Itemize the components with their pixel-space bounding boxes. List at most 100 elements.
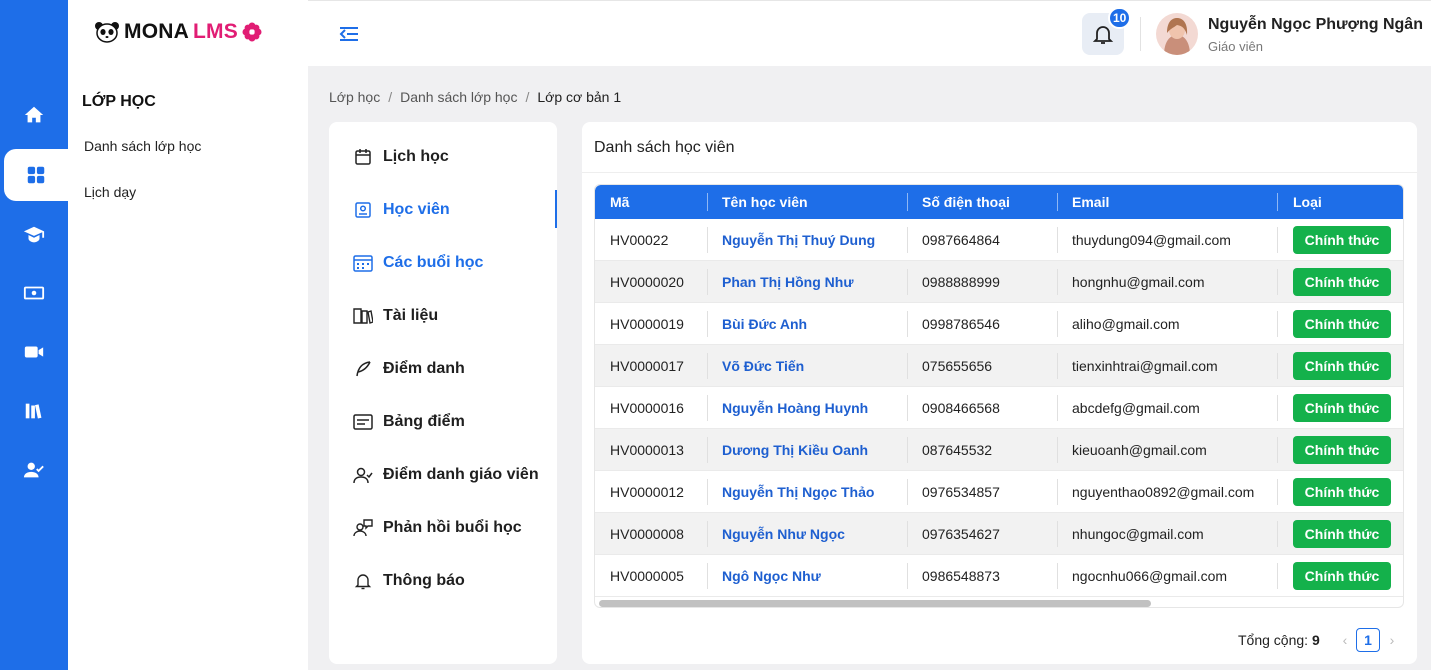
cell-code: HV00022 (610, 232, 669, 248)
table-row[interactable]: HV0000016 Nguyễn Hoàng Huynh 0908466568 abc… (595, 387, 1403, 429)
cell-student-name[interactable]: Ngô Ngọc Như (722, 555, 821, 597)
column-separator (907, 563, 908, 589)
column-separator (907, 311, 908, 337)
cell-student-name[interactable]: Phan Thị Hồng Như (722, 261, 853, 303)
library-books-icon (25, 403, 42, 419)
column-separator (907, 353, 908, 379)
column-separator (1057, 311, 1058, 337)
column-separator (707, 227, 708, 253)
notification-badge: 10 (1108, 7, 1132, 29)
cell-student-name[interactable]: Nguyễn Thị Thuý Dung (722, 219, 875, 261)
class-menu-scoreboard[interactable]: Bảng điểm (329, 402, 557, 442)
horizontal-scrollbar[interactable] (599, 600, 1151, 607)
sidebar-link-schedule[interactable]: Lịch dạy (84, 184, 136, 200)
cell-student-name[interactable]: Nguyễn Hoàng Huynh (722, 387, 868, 429)
nav-courses[interactable] (0, 209, 68, 261)
class-menu-documents[interactable]: Tài liệu (329, 296, 557, 336)
class-menu-teacher-attendance[interactable]: Điểm danh giáo viên (329, 455, 557, 495)
column-header-type[interactable]: Loại (1293, 185, 1322, 219)
class-menu-feedback[interactable]: Phản hồi buổi học (329, 508, 557, 548)
panel-divider (582, 172, 1417, 173)
column-header-name[interactable]: Tên học viên (722, 185, 808, 219)
table-row[interactable]: HV0000017 Võ Đức Tiến 075655656 tienxinhtra… (595, 345, 1403, 387)
pagination-prev-button[interactable]: ‹ (1337, 628, 1353, 652)
teacher-check-icon (353, 465, 373, 485)
table-row[interactable]: HV0000008 Nguyễn Như Ngọc 0976354627 nhungo… (595, 513, 1403, 555)
calendar-icon (353, 147, 373, 167)
class-menu-label: Tài liệu (383, 307, 439, 324)
cell-student-name[interactable]: Bùi Đức Anh (722, 303, 807, 345)
table-row[interactable]: HV0000013 Dương Thị Kiều Oanh 087645532 kie… (595, 429, 1403, 471)
cell-email: nguyenthao0892@gmail.com (1072, 484, 1255, 500)
table-row[interactable]: HV0000012 Nguyễn Thị Ngọc Thảo 0976534857 n… (595, 471, 1403, 513)
class-menu-label: Lịch học (383, 148, 449, 165)
cell-code: HV0000013 (610, 442, 684, 458)
panda-logo-icon (95, 22, 119, 43)
column-separator (1057, 269, 1058, 295)
nav-video[interactable] (0, 326, 68, 378)
student-type-tag: Chính thức (1293, 394, 1391, 422)
sub-sidebar: MONA LMS LỚP HỌC Danh sách lớp học Lịch … (68, 0, 308, 670)
nav-home[interactable] (0, 89, 68, 141)
table-header: Mã Tên học viên Số điện thoại Email Loại (595, 185, 1403, 219)
column-header-email[interactable]: Email (1072, 185, 1109, 219)
nav-dashboard[interactable] (4, 149, 68, 201)
cell-student-name[interactable]: Nguyễn Như Ngọc (722, 513, 845, 555)
cell-code: HV0000008 (610, 526, 684, 542)
class-menu-label: Điểm danh giáo viên (383, 466, 539, 483)
avatar[interactable] (1156, 13, 1198, 55)
logo-text-mona: MONA (124, 20, 189, 43)
nav-finance[interactable] (0, 267, 68, 319)
class-menu-label: Học viên (383, 201, 450, 218)
column-separator (1057, 437, 1058, 463)
cell-phone: 0988888999 (922, 274, 1000, 290)
nav-attendance[interactable] (0, 444, 68, 496)
class-menu-students[interactable]: Học viên (329, 190, 557, 230)
breadcrumb-item-classes[interactable]: Lớp học (329, 89, 380, 105)
student-type-tag: Chính thức (1293, 436, 1391, 464)
column-separator (707, 311, 708, 337)
breadcrumb-item-class-list[interactable]: Danh sách lớp học (400, 89, 517, 105)
cell-phone: 075655656 (922, 358, 993, 374)
class-menu-sessions[interactable]: Các buổi học (329, 243, 557, 283)
student-type-tag: Chính thức (1293, 478, 1391, 506)
pagination-page-button[interactable]: 1 (1356, 628, 1380, 652)
class-menu-attendance[interactable]: Điểm danh (329, 349, 557, 389)
cell-phone: 0986548873 (922, 568, 1000, 584)
class-menu-notifications[interactable]: Thông báo (329, 561, 557, 601)
table-row[interactable]: HV00022 Nguyễn Thị Thuý Dung 0987664864 thu… (595, 219, 1403, 261)
menu-collapse-icon[interactable] (338, 24, 360, 44)
logo-text-lms: LMS (192, 20, 238, 43)
table-row[interactable]: HV0000020 Phan Thị Hồng Như 0988888999 hong… (595, 261, 1403, 303)
column-separator (1277, 227, 1278, 253)
cell-code: HV0000020 (610, 274, 684, 290)
scoreboard-icon (353, 412, 373, 432)
class-menu-label: Điểm danh (383, 360, 465, 377)
column-header-code[interactable]: Mã (610, 185, 629, 219)
cell-student-name[interactable]: Võ Đức Tiến (722, 345, 804, 387)
calendar-grid-icon (353, 253, 373, 273)
cell-email: tienxinhtrai@gmail.com (1072, 358, 1218, 374)
column-separator (1057, 227, 1058, 253)
column-separator (1277, 193, 1278, 211)
cell-code: HV0000005 (610, 568, 684, 584)
table-row[interactable]: HV0000005 Ngô Ngọc Như 0986548873 ngocnhu06… (595, 555, 1403, 597)
flower-logo-icon (242, 22, 262, 42)
cell-email: hongnhu@gmail.com (1072, 274, 1205, 290)
column-separator (1277, 437, 1278, 463)
class-menu-schedule[interactable]: Lịch học (329, 137, 557, 177)
column-separator (707, 563, 708, 589)
user-name[interactable]: Nguyễn Ngọc Phượng Ngân (1208, 16, 1423, 34)
nav-library[interactable] (0, 385, 68, 437)
table-row[interactable]: HV0000019 Bùi Đức Anh 0998786546 aliho@gmai… (595, 303, 1403, 345)
cell-student-name[interactable]: Dương Thị Kiều Oanh (722, 429, 868, 471)
column-header-phone[interactable]: Số điện thoại (922, 185, 1010, 219)
cell-student-name[interactable]: Nguyễn Thị Ngọc Thảo (722, 471, 874, 513)
cell-email: thuydung094@gmail.com (1072, 232, 1231, 248)
sidebar-link-class-list[interactable]: Danh sách lớp học (84, 138, 201, 154)
column-separator (707, 269, 708, 295)
app-logo[interactable]: MONA LMS (94, 20, 262, 44)
column-separator (707, 193, 708, 211)
pagination-next-button[interactable]: › (1384, 628, 1400, 652)
column-separator (1277, 311, 1278, 337)
